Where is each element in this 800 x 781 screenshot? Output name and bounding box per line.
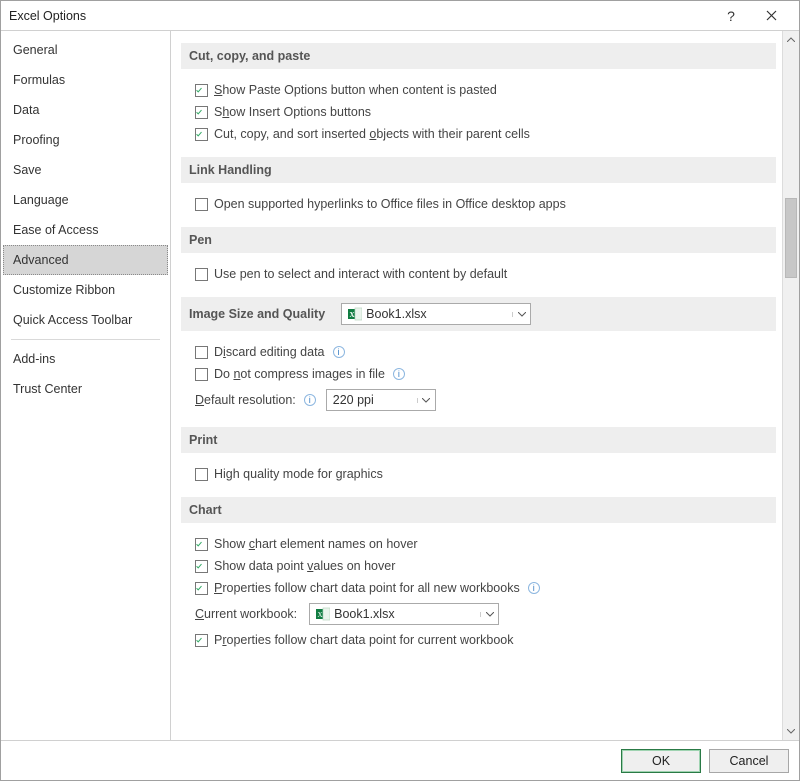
section-cut-copy-paste: Cut, copy, and paste bbox=[181, 43, 776, 69]
label-do-not-compress: Do not compress images in file bbox=[214, 367, 385, 381]
sidebar-item-advanced[interactable]: Advanced bbox=[3, 245, 168, 275]
window-title: Excel Options bbox=[9, 9, 711, 23]
section-chart: Chart bbox=[181, 497, 776, 523]
label-properties-current-workbook: Properties follow chart data point for c… bbox=[214, 633, 513, 647]
category-sidebar: General Formulas Data Proofing Save Lang… bbox=[1, 31, 171, 740]
sidebar-item-data[interactable]: Data bbox=[3, 95, 168, 125]
scroll-track[interactable] bbox=[783, 48, 799, 723]
excel-options-dialog: Excel Options ? General Formulas Data Pr… bbox=[0, 0, 800, 781]
svg-text:X: X bbox=[350, 311, 355, 319]
info-icon[interactable]: i bbox=[304, 394, 316, 406]
checkbox-properties-all-workbooks[interactable] bbox=[195, 582, 208, 595]
sidebar-item-add-ins[interactable]: Add-ins bbox=[3, 344, 168, 374]
info-icon[interactable]: i bbox=[528, 582, 540, 594]
titlebar: Excel Options ? bbox=[1, 1, 799, 31]
checkbox-pen-select[interactable] bbox=[195, 268, 208, 281]
sidebar-item-trust-center[interactable]: Trust Center bbox=[3, 374, 168, 404]
ok-button[interactable]: OK bbox=[621, 749, 701, 773]
label-pen-select: Use pen to select and interact with cont… bbox=[214, 267, 507, 281]
section-image-size-quality: Image Size and Quality X Book1.xlsx bbox=[181, 297, 776, 331]
label-default-resolution: Default resolution: bbox=[195, 393, 296, 407]
section-link-handling: Link Handling bbox=[181, 157, 776, 183]
sidebar-item-quick-access-toolbar[interactable]: Quick Access Toolbar bbox=[3, 305, 168, 335]
svg-text:X: X bbox=[318, 611, 323, 619]
caret-down-icon bbox=[512, 312, 530, 317]
label-current-workbook: Current workbook: bbox=[195, 607, 297, 621]
dialog-footer: OK Cancel bbox=[1, 740, 799, 780]
sidebar-item-save[interactable]: Save bbox=[3, 155, 168, 185]
label-properties-all-workbooks: Properties follow chart data point for a… bbox=[214, 581, 520, 595]
caret-down-icon bbox=[417, 398, 435, 403]
label-show-insert-options: Show Insert Options buttons bbox=[214, 105, 371, 119]
excel-file-icon: X bbox=[316, 607, 330, 621]
checkbox-chart-element-names[interactable] bbox=[195, 538, 208, 551]
sidebar-item-language[interactable]: Language bbox=[3, 185, 168, 215]
label-open-hyperlinks-desktop: Open supported hyperlinks to Office file… bbox=[214, 197, 566, 211]
checkbox-high-quality-graphics[interactable] bbox=[195, 468, 208, 481]
caret-down-icon bbox=[480, 612, 498, 617]
checkbox-properties-current-workbook[interactable] bbox=[195, 634, 208, 647]
checkbox-do-not-compress[interactable] bbox=[195, 368, 208, 381]
scroll-thumb[interactable] bbox=[785, 198, 797, 278]
scroll-down-button[interactable] bbox=[783, 723, 799, 740]
checkbox-cut-copy-sort-objects[interactable] bbox=[195, 128, 208, 141]
label-show-paste-options: Show Paste Options button when content i… bbox=[214, 83, 497, 97]
close-icon bbox=[766, 10, 777, 21]
close-button[interactable] bbox=[751, 2, 791, 30]
section-pen: Pen bbox=[181, 227, 776, 253]
combo-image-target-value: Book1.xlsx bbox=[366, 307, 426, 321]
combo-image-target-workbook[interactable]: X Book1.xlsx bbox=[341, 303, 531, 325]
label-data-point-values: Show data point values on hover bbox=[214, 559, 395, 573]
combo-default-resolution[interactable]: 220 ppi bbox=[326, 389, 436, 411]
combo-resolution-value: 220 ppi bbox=[333, 393, 374, 407]
scroll-up-button[interactable] bbox=[783, 31, 799, 48]
help-icon: ? bbox=[727, 8, 735, 24]
sidebar-item-formulas[interactable]: Formulas bbox=[3, 65, 168, 95]
sidebar-item-customize-ribbon[interactable]: Customize Ribbon bbox=[3, 275, 168, 305]
checkbox-show-insert-options[interactable] bbox=[195, 106, 208, 119]
vertical-scrollbar[interactable] bbox=[782, 31, 799, 740]
label-discard-editing-data: Discard editing data bbox=[214, 345, 325, 359]
sidebar-item-ease-of-access[interactable]: Ease of Access bbox=[3, 215, 168, 245]
combo-current-workbook-value: Book1.xlsx bbox=[334, 607, 394, 621]
label-cut-copy-sort-objects: Cut, copy, and sort inserted objects wit… bbox=[214, 127, 530, 141]
checkbox-discard-editing-data[interactable] bbox=[195, 346, 208, 359]
checkbox-open-hyperlinks-desktop[interactable] bbox=[195, 198, 208, 211]
excel-file-icon: X bbox=[348, 307, 362, 321]
label-chart-element-names: Show chart element names on hover bbox=[214, 537, 418, 551]
options-content: Cut, copy, and paste Show Paste Options … bbox=[171, 31, 782, 740]
info-icon[interactable]: i bbox=[393, 368, 405, 380]
checkbox-data-point-values[interactable] bbox=[195, 560, 208, 573]
info-icon[interactable]: i bbox=[333, 346, 345, 358]
sidebar-item-general[interactable]: General bbox=[3, 35, 168, 65]
combo-current-workbook[interactable]: X Book1.xlsx bbox=[309, 603, 499, 625]
section-image-title: Image Size and Quality bbox=[189, 307, 325, 321]
sidebar-item-proofing[interactable]: Proofing bbox=[3, 125, 168, 155]
label-high-quality-graphics: High quality mode for graphics bbox=[214, 467, 383, 481]
section-print: Print bbox=[181, 427, 776, 453]
checkbox-show-paste-options[interactable] bbox=[195, 84, 208, 97]
cancel-button[interactable]: Cancel bbox=[709, 749, 789, 773]
help-button[interactable]: ? bbox=[711, 2, 751, 30]
